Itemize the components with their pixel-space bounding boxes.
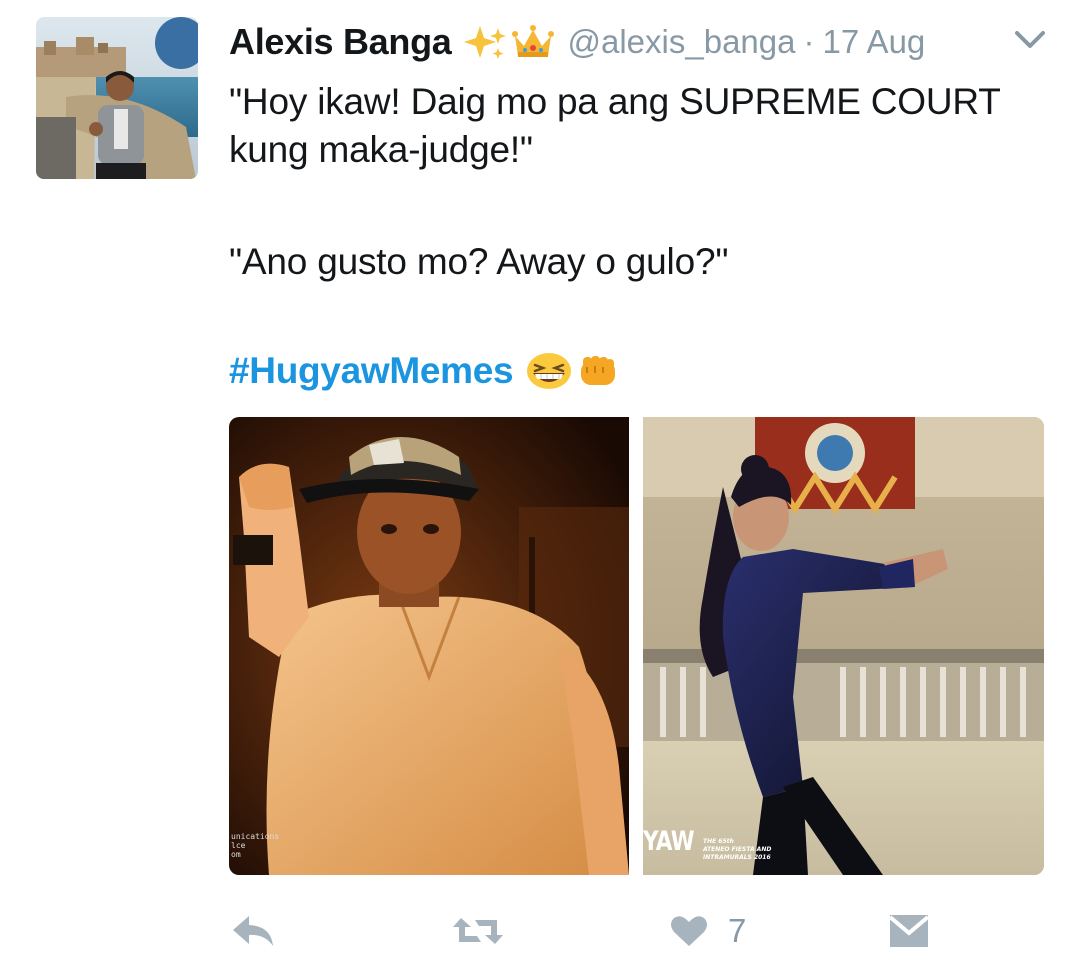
retweet-icon — [453, 918, 503, 944]
like-button[interactable]: 7 — [670, 906, 746, 956]
tweet-actions: 7 — [0, 906, 1080, 956]
tweet-text-paragraph-2: "Ano gusto mo? Away o gulo?" — [229, 241, 729, 282]
tweet-text-paragraph-1: "Hoy ikaw! Daig mo pa ang SUPREME COURT … — [229, 81, 1000, 170]
heart-icon — [671, 916, 707, 946]
like-count: 7 — [728, 912, 747, 949]
author-avatar[interactable] — [36, 17, 198, 179]
author-handle[interactable]: @alexis_banga — [568, 23, 796, 60]
hashtag-line: #HugyawMemes — [229, 343, 619, 399]
tweet-text: "Hoy ikaw! Daig mo pa ang SUPREME COURT … — [229, 78, 1049, 286]
chevron-down-icon[interactable] — [1014, 28, 1046, 52]
media-photo-right[interactable]: YAW THE 65th ATENEO FIESTA AND INTRAMURA… — [643, 417, 1044, 875]
direct-message-button[interactable] — [888, 906, 930, 956]
grinning-squinting-face-emoji-icon — [527, 353, 572, 389]
event-logo-subtext: THE 65th ATENEO FIESTA AND INTRAMURALS 2… — [703, 838, 772, 861]
hashtag-emojis — [525, 351, 619, 391]
handle-and-timestamp: @alexis_banga · 17 Aug — [568, 23, 926, 61]
retweet-button[interactable] — [451, 906, 505, 956]
photo-watermark-left: unications lce om — [231, 832, 280, 859]
author-badges — [462, 22, 556, 62]
author-display-name[interactable]: Alexis Banga — [229, 21, 452, 63]
reply-icon — [233, 916, 273, 946]
media-photo-left[interactable]: unications lce om — [229, 417, 629, 875]
tweet-timestamp[interactable]: 17 Aug — [823, 23, 926, 60]
oncoming-fist-emoji-icon — [581, 356, 616, 385]
tweet-header: Alexis Banga @alexis_banga · 17 Aug — [229, 18, 925, 66]
reply-button[interactable] — [231, 906, 277, 956]
sparkles-emoji-icon — [463, 26, 506, 59]
separator-dot: · — [803, 23, 815, 60]
crown-emoji-icon — [511, 25, 554, 57]
hashtag-link[interactable]: #HugyawMemes — [229, 350, 514, 392]
event-logo-text: YAW — [643, 826, 695, 857]
direct-message-icon — [888, 915, 930, 947]
